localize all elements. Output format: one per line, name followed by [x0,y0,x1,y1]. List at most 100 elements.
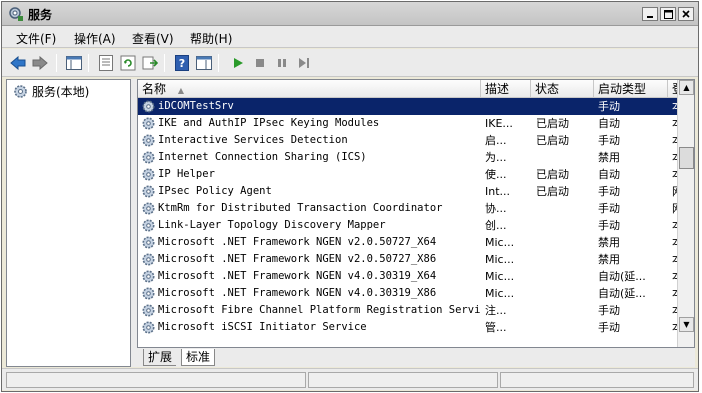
tree-item-label: 服务(本地) [32,85,90,99]
services-window: 服务 文件(F) 操作(A) 查看(V) 帮助(H) ? 服务(本地) 名称 ▲… [1,1,699,392]
status-panel-2 [308,372,498,388]
restart-service-button[interactable] [294,54,314,72]
cell-name: Microsoft .NET Framework NGEN v2.0.50727… [158,253,437,265]
export-list-button[interactable] [140,54,160,72]
column-header-status[interactable]: 状态 [531,80,594,98]
cell-startup-type: 手动 [598,321,620,334]
cell-description: 注... [485,304,507,317]
cell-name: Microsoft .NET Framework NGEN v4.0.30319… [158,287,437,299]
pause-service-button[interactable] [272,54,292,72]
help-icon: ? [175,55,189,71]
back-button[interactable] [8,54,28,72]
service-gear-icon [142,202,155,215]
cell-name: IKE and AuthIP IPsec Keying Modules [158,117,380,129]
service-gear-icon [142,253,155,266]
scroll-down-button[interactable]: ▼ [679,317,694,332]
maximize-icon [663,9,673,19]
properties-button[interactable] [96,54,116,72]
cell-startup-type: 禁用 [598,236,620,249]
cell-status: 已启动 [536,168,569,181]
start-service-button[interactable] [228,54,248,72]
cell-startup-type: 禁用 [598,151,620,164]
scroll-down-icon: ▼ [683,320,690,329]
cell-name: Interactive Services Detection [158,134,348,146]
cell-description: Mic... [485,287,515,300]
table-row[interactable]: KtmRm for Distributed Transaction Coordi… [138,200,683,217]
stop-service-button[interactable] [250,54,270,72]
table-row[interactable]: IPsec Policy AgentInt...已启动手动网 [138,183,683,200]
status-panel-1 [6,372,306,388]
table-row[interactable]: Interactive Services Detection启...已启动手动本 [138,132,683,149]
table-row[interactable]: IP Helper使...已启动自动本 [138,166,683,183]
table-row[interactable]: Microsoft .NET Framework NGEN v2.0.50727… [138,234,683,251]
cell-description [485,98,531,115]
export-icon [142,56,158,70]
cell-startup-type: 手动 [598,100,620,113]
forward-arrow-icon [32,56,48,70]
table-row[interactable]: Microsoft .NET Framework NGEN v4.0.30319… [138,268,683,285]
vertical-scrollbar[interactable]: ▲ ▼ [677,80,694,347]
service-gear-icon [142,168,155,181]
cell-startup-type: 手动 [598,304,620,317]
column-header-description[interactable]: 描述 [481,80,531,98]
back-arrow-icon [10,56,26,70]
cell-name: Microsoft iSCSI Initiator Service [158,321,367,333]
table-row[interactable]: Microsoft Fibre Channel Platform Registr… [138,302,683,319]
service-gear-icon [142,321,155,334]
menu-bar: 文件(F) 操作(A) 查看(V) 帮助(H) [2,26,698,48]
tree-item-services-local[interactable]: 服务(本地) [13,83,89,100]
cell-status [536,285,594,302]
cell-name: IP Helper [158,168,215,180]
services-list[interactable]: 名称 ▲ 描述 状态 启动类型 登 iDCOMTestSrv手动本IKE and… [137,79,695,348]
tab-extended[interactable]: 扩展 [143,349,177,366]
cell-status [536,251,594,268]
action-pane-button[interactable] [194,54,214,72]
console-tree: 服务(本地) [6,79,131,367]
scroll-up-button[interactable]: ▲ [679,80,694,95]
cell-name: Microsoft .NET Framework NGEN v2.0.50727… [158,236,437,248]
menu-action[interactable]: 操作(A) [74,30,116,47]
tab-standard[interactable]: 标准 [181,349,216,366]
table-row[interactable]: Microsoft .NET Framework NGEN v2.0.50727… [138,251,683,268]
list-header: 名称 ▲ 描述 状态 启动类型 登 [138,80,688,98]
menu-help[interactable]: 帮助(H) [190,30,232,47]
show-hide-tree-button[interactable] [64,54,84,72]
table-row[interactable]: Link-Layer Topology Discovery Mapper 创...… [138,217,683,234]
cell-status [536,200,594,217]
view-tabs: 扩展 标准 [137,349,695,367]
action-pane-icon [196,56,212,70]
maximize-button[interactable] [660,7,676,21]
table-row[interactable]: iDCOMTestSrv手动本 [138,98,683,115]
cell-description: 创... [485,219,507,232]
cell-startup-type: 手动 [598,202,620,215]
column-header-startup-type[interactable]: 启动类型 [594,80,668,98]
cell-status [536,268,594,285]
service-gear-icon [142,151,155,164]
status-bar [2,368,698,390]
menu-file[interactable]: 文件(F) [16,30,56,47]
cell-status [536,234,594,251]
table-row[interactable]: IKE and AuthIP IPsec Keying Modules IKE..… [138,115,683,132]
cell-startup-type: 自动(延... [598,270,646,283]
minimize-button[interactable] [642,7,658,21]
column-header-name[interactable]: 名称 ▲ [138,80,481,98]
stop-icon [256,59,264,67]
service-gear-icon [142,134,155,147]
cell-description: Mic... [485,270,515,283]
close-button[interactable] [678,7,694,21]
refresh-button[interactable] [118,54,138,72]
cell-name: KtmRm for Distributed Transaction Coordi… [158,202,443,214]
table-row[interactable]: Internet Connection Sharing (ICS)为...禁用本 [138,149,683,166]
title-bar: 服务 [2,2,698,26]
help-button[interactable]: ? [172,54,192,72]
forward-button[interactable] [30,54,50,72]
table-row[interactable]: Microsoft iSCSI Initiator Service管...手动本 [138,319,683,336]
table-row[interactable]: Microsoft .NET Framework NGEN v4.0.30319… [138,285,683,302]
cell-name: Microsoft Fibre Channel Platform Registr… [158,304,480,316]
menu-view[interactable]: 查看(V) [132,30,174,47]
cell-description: 为... [485,151,507,164]
cell-status [536,319,594,336]
cell-status: 已启动 [536,117,569,130]
scroll-thumb[interactable] [679,147,694,169]
cell-startup-type: 自动 [598,168,620,181]
